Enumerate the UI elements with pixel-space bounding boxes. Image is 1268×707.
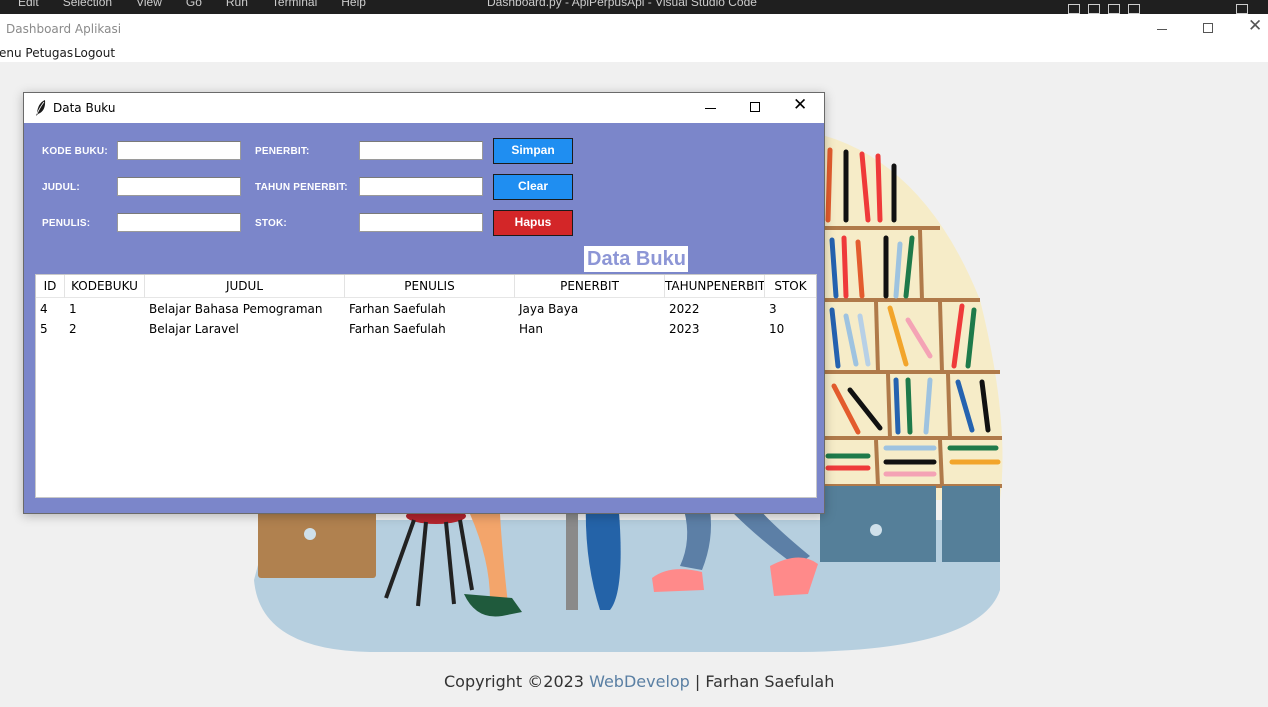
penulis-input[interactable] (117, 213, 241, 232)
vscode-menu-edit[interactable]: Edit (18, 0, 39, 9)
column-header-id[interactable]: ID (36, 275, 65, 298)
stok-input[interactable] (359, 213, 483, 232)
penerbit-input[interactable] (359, 141, 483, 160)
vscode-title-bar: Edit Selection View Go Run Terminal Help Dashb… (0, 0, 1268, 14)
vscode-menu-run[interactable]: Run (226, 0, 248, 9)
table-heading: Data Buku (587, 248, 686, 270)
column-header-tahunpenerbit[interactable]: TAHUNPENERBIT (665, 275, 765, 298)
close-icon: ✕ (793, 95, 808, 115)
kode-buku-label: KODE BUKU: (42, 146, 108, 157)
column-header-kodebuku[interactable]: KODEBUKU (65, 275, 145, 298)
maximize-icon (1203, 23, 1213, 33)
cell-tahunpenerbit: 2023 (669, 322, 700, 336)
restore-window-icon[interactable] (1236, 4, 1248, 14)
cell-judul: Belajar Bahasa Pemograman (149, 302, 323, 316)
menu-petugas[interactable]: enu Petugas (0, 46, 73, 60)
vscode-menu-help[interactable]: Help (341, 0, 366, 9)
dashboard-title-bar: Dashboard Aplikasi ✕ (0, 14, 1268, 44)
stok-label: STOK: (255, 218, 287, 229)
window-close-button[interactable]: ✕ (780, 95, 820, 119)
dashboard-minimize-button[interactable] (1142, 18, 1182, 40)
window-title: Data Buku (53, 101, 116, 115)
copyright-footer: Copyright ©2023 WebDevelop | Farhan Saef… (444, 672, 834, 691)
close-icon: ✕ (1248, 16, 1263, 36)
vscode-menu: Edit Selection View Go Run Terminal Help (18, 0, 390, 9)
vscode-menu-terminal[interactable]: Terminal (272, 0, 317, 9)
feather-icon (36, 100, 46, 116)
cell-penulis: Farhan Saefulah (349, 322, 446, 336)
vscode-menu-selection[interactable]: Selection (63, 0, 112, 9)
copyright-link[interactable]: WebDevelop (589, 672, 690, 691)
dashboard-menu-bar: enu Petugas Logout (0, 44, 1268, 62)
toggle-secondary-sidebar-icon[interactable] (1108, 4, 1120, 14)
copyright-prefix: Copyright ©2023 (444, 672, 590, 691)
tahun-penerbit-label: TAHUN PENERBIT: (255, 182, 348, 193)
cell-id: 5 (40, 322, 48, 336)
table-row[interactable]: 4 1 Belajar Bahasa Pemograman Farhan Sae… (36, 299, 816, 319)
penulis-label: PENULIS: (42, 218, 91, 229)
cell-stok: 10 (769, 322, 785, 336)
menu-logout[interactable]: Logout (74, 46, 115, 60)
data-buku-title-bar: Data Buku ✕ (24, 93, 824, 123)
cell-stok: 3 (769, 302, 777, 316)
vscode-window-title: Dashboard.py - AplPerpusApi - Visual Stu… (487, 0, 757, 9)
window-minimize-button[interactable] (690, 97, 730, 119)
vscode-menu-go[interactable]: Go (186, 0, 202, 9)
minimize-icon (1157, 29, 1167, 30)
copyright-suffix: | Farhan Saefulah (689, 672, 835, 691)
toggle-sidebar-icon[interactable] (1068, 4, 1080, 14)
dashboard-maximize-button[interactable] (1188, 18, 1228, 40)
minimize-icon (705, 108, 716, 109)
dashboard-close-button[interactable]: ✕ (1234, 16, 1268, 40)
toggle-panel-icon[interactable] (1088, 4, 1100, 14)
books-table[interactable]: ID KODEBUKU JUDUL PENULIS PENERBIT TAHUN… (35, 274, 817, 498)
cell-id: 4 (40, 302, 48, 316)
cell-penulis: Farhan Saefulah (349, 302, 446, 316)
penerbit-label: PENERBIT: (255, 146, 310, 157)
vscode-layout-controls (1068, 4, 1248, 14)
simpan-button[interactable]: Simpan (493, 138, 573, 164)
table-header: ID KODEBUKU JUDUL PENULIS PENERBIT TAHUN… (36, 275, 816, 298)
column-header-penerbit[interactable]: PENERBIT (515, 275, 665, 298)
column-header-stok[interactable]: STOK (765, 275, 816, 298)
cell-tahunpenerbit: 2022 (669, 302, 700, 316)
maximize-icon (750, 102, 760, 112)
kode-buku-input[interactable] (117, 141, 241, 160)
cell-penerbit: Han (519, 322, 543, 336)
cell-kodebuku: 2 (69, 322, 77, 336)
clear-button[interactable]: Clear (493, 174, 573, 200)
data-buku-window: Data Buku ✕ KODE BUKU: JUDUL: PENULIS: P… (23, 92, 825, 514)
judul-label: JUDUL: (42, 182, 80, 193)
judul-input[interactable] (117, 177, 241, 196)
cell-kodebuku: 1 (69, 302, 77, 316)
table-heading-box: Data Buku (584, 246, 688, 272)
table-row[interactable]: 5 2 Belajar Laravel Farhan Saefulah Han … (36, 319, 816, 339)
column-header-penulis[interactable]: PENULIS (345, 275, 515, 298)
cell-judul: Belajar Laravel (149, 322, 239, 336)
cell-penerbit: Jaya Baya (519, 302, 579, 316)
customize-layout-icon[interactable] (1128, 4, 1140, 14)
window-maximize-button[interactable] (735, 97, 775, 119)
hapus-button[interactable]: Hapus (493, 210, 573, 236)
dashboard-title: Dashboard Aplikasi (6, 22, 122, 36)
column-header-judul[interactable]: JUDUL (145, 275, 345, 298)
vscode-menu-view[interactable]: View (136, 0, 162, 9)
tahun-penerbit-input[interactable] (359, 177, 483, 196)
